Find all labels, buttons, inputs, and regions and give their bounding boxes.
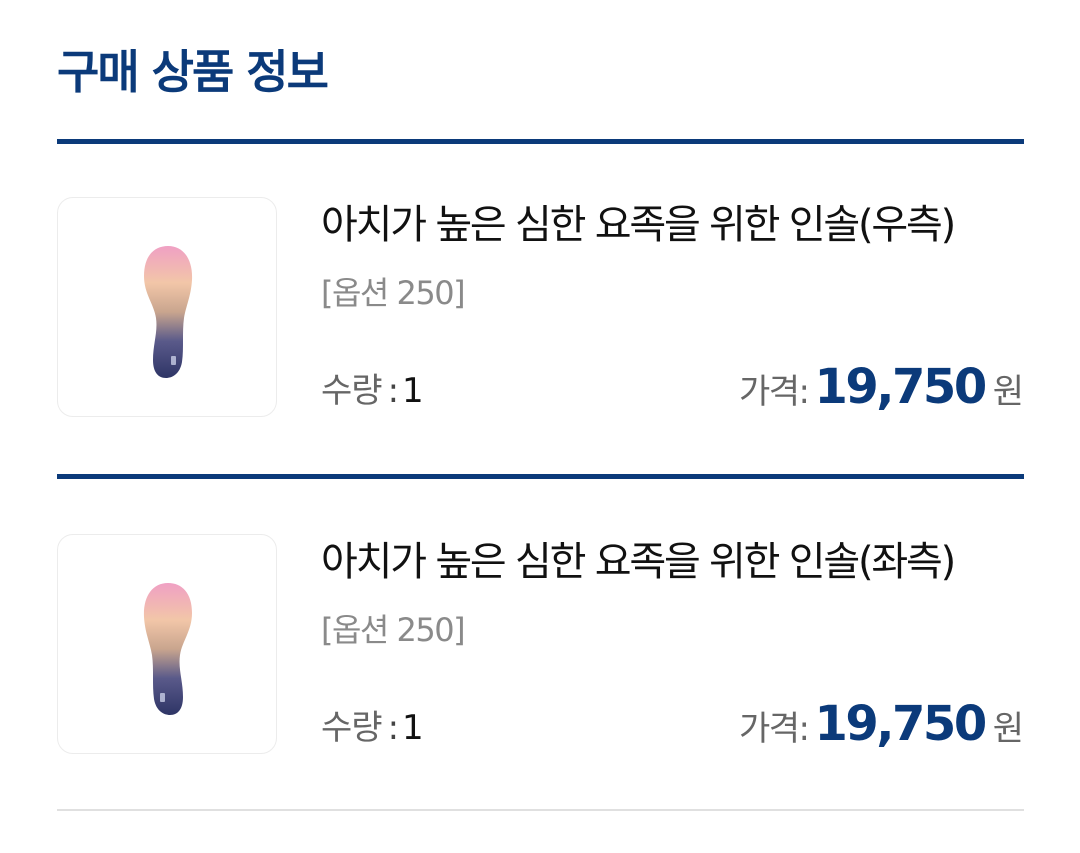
quantity-separator: : — [387, 371, 400, 411]
product-thumbnail[interactable] — [57, 534, 277, 754]
product-option: [옵션 250] — [321, 611, 466, 649]
section-title: 구매 상품 정보 — [57, 45, 329, 99]
product-item[interactable]: 아치가 높은 심한 요족을 위한 인솔(우측) [옵션 250] 수량:1 가격… — [57, 197, 1024, 419]
price-value: 19,750 — [814, 696, 987, 752]
list-bottom-divider — [57, 809, 1024, 811]
price: 가격: 19,750 원 — [739, 696, 1024, 763]
product-name[interactable]: 아치가 높은 심한 요족을 위한 인솔(우측) — [321, 199, 956, 251]
price-label: 가격: — [738, 709, 810, 749]
product-item[interactable]: 아치가 높은 심한 요족을 위한 인솔(좌측) [옵션 250] 수량:1 가격… — [57, 534, 1024, 756]
price-unit: 원 — [992, 709, 1024, 749]
insole-image-icon — [144, 246, 193, 378]
quantity: 수량:1 — [321, 369, 424, 413]
quantity-separator: : — [387, 708, 400, 748]
price-value: 19,750 — [814, 359, 987, 415]
quantity-value: 1 — [402, 708, 424, 748]
quantity-label: 수량 — [321, 708, 383, 748]
price-label: 가격: — [738, 372, 810, 412]
section-top-divider — [57, 139, 1024, 144]
quantity-label: 수량 — [321, 371, 383, 411]
item-divider — [57, 474, 1024, 479]
quantity-value: 1 — [402, 371, 424, 411]
price-unit: 원 — [992, 372, 1024, 412]
product-thumbnail[interactable] — [57, 197, 277, 417]
insole-image-icon — [143, 583, 192, 715]
quantity: 수량:1 — [321, 706, 424, 750]
price: 가격: 19,750 원 — [739, 359, 1024, 426]
product-option: [옵션 250] — [321, 274, 466, 312]
product-name[interactable]: 아치가 높은 심한 요족을 위한 인솔(좌측) — [321, 536, 956, 588]
